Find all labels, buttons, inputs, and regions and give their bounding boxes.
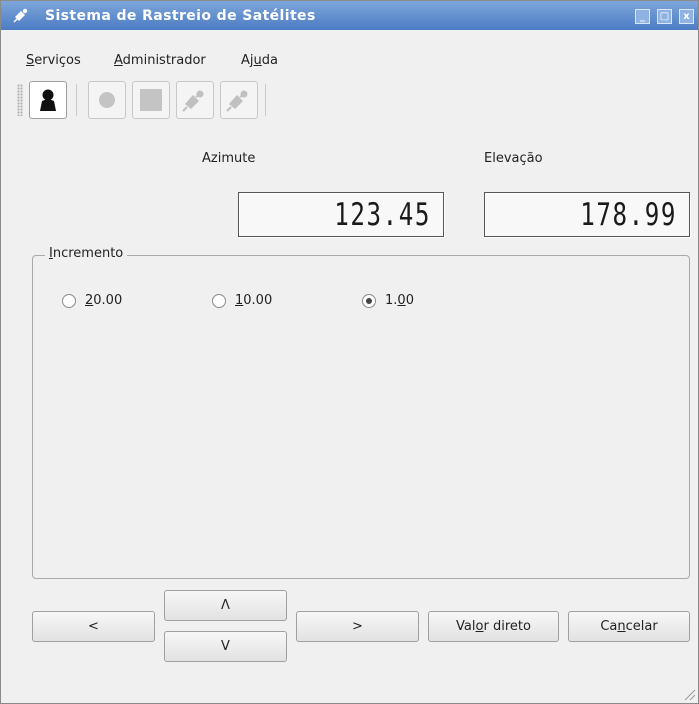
menu-servicos[interactable]: Serviços	[26, 53, 81, 68]
cancel-button[interactable]: Ca n celar	[568, 611, 690, 642]
toolbar	[1, 78, 698, 124]
record-icon	[99, 92, 115, 108]
radio-label: 10.00	[235, 293, 273, 308]
main-window: Sistema de Rastreio de Satélites _ □ x S…	[0, 0, 699, 704]
right-button[interactable]: >	[296, 611, 419, 642]
menu-administrador[interactable]: Administrador	[114, 53, 206, 68]
azimute-label: Azimute	[202, 151, 256, 166]
increment-group	[32, 255, 690, 579]
radio-dot	[366, 297, 372, 304]
satellite-button-2[interactable]	[220, 81, 258, 119]
radio-circle-selected[interactable]	[362, 293, 376, 308]
down-button[interactable]: V	[164, 631, 287, 662]
menu-ajuda[interactable]: Ajuda	[241, 53, 278, 68]
window-title: Sistema de Rastreio de Satélites	[45, 8, 316, 24]
stop-button[interactable]	[132, 81, 170, 119]
maximize-button[interactable]: □	[657, 9, 672, 24]
radio-circle[interactable]	[212, 293, 226, 308]
user-icon	[40, 89, 56, 111]
elevacao-display: 178.99	[484, 192, 690, 237]
direct-value-button[interactable]: Val o r direto	[428, 611, 559, 642]
user-button[interactable]	[29, 81, 67, 119]
up-button[interactable]: Λ	[164, 590, 287, 621]
radio-increment-20[interactable]: 20.00	[62, 293, 122, 308]
radio-increment-10[interactable]: 10.00	[212, 293, 272, 308]
elevacao-value: 178.99	[580, 197, 677, 233]
title-bar[interactable]: Sistema de Rastreio de Satélites _ □ x	[1, 1, 698, 30]
azimute-display: 123.45	[238, 192, 444, 237]
left-button[interactable]: <	[32, 611, 155, 642]
menu-bar: Serviços Administrador Ajuda	[1, 30, 698, 68]
elevacao-label: Elevação	[484, 151, 543, 166]
satellite-button-1[interactable]	[176, 81, 214, 119]
minimize-button[interactable]: _	[635, 9, 650, 24]
toolbar-separator	[76, 84, 77, 116]
radio-circle[interactable]	[62, 293, 76, 308]
satellite-icon	[226, 90, 248, 112]
toolbar-separator	[265, 84, 266, 116]
radio-label: 20.00	[85, 293, 123, 308]
record-button[interactable]	[88, 81, 126, 119]
azimute-value: 123.45	[334, 197, 431, 233]
satellite-app-icon[interactable]	[13, 7, 29, 26]
increment-group-title: Incremento	[45, 246, 128, 261]
stop-icon	[140, 89, 162, 111]
toolbar-grip[interactable]	[17, 84, 23, 116]
close-button[interactable]: x	[679, 9, 694, 24]
satellite-icon	[182, 90, 204, 112]
radio-label: 1.00	[385, 293, 414, 308]
resize-grip-icon[interactable]	[682, 687, 696, 701]
radio-increment-1[interactable]: 1.00	[362, 293, 414, 308]
